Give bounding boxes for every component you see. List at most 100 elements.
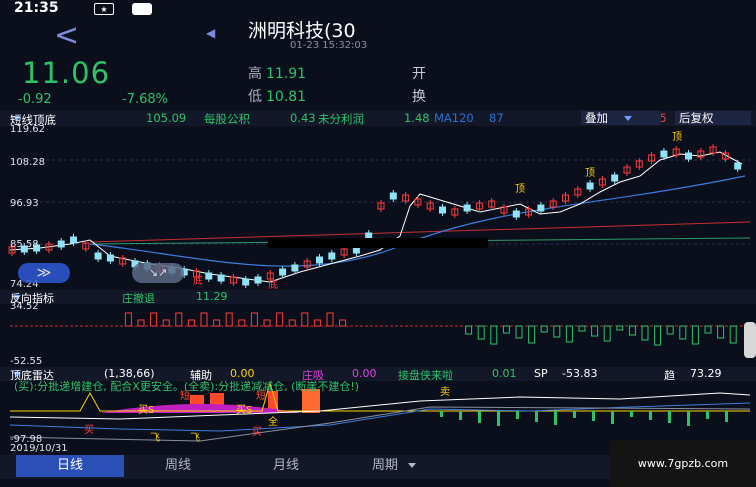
sub2-bar — [478, 411, 481, 423]
sub1-bar — [515, 325, 523, 339]
sub1-bar — [641, 325, 649, 341]
short-mark: 短 — [256, 389, 266, 402]
sub1-bar — [465, 325, 473, 335]
occlusion-bar — [268, 238, 488, 248]
drag-handle[interactable] — [744, 322, 756, 358]
sell-mark: 卖 — [440, 386, 450, 398]
axis-max: 119.62 — [10, 124, 45, 135]
zx-value: 0.00 — [352, 367, 377, 380]
status-bar: 21:35 ★ — [0, 0, 756, 18]
sub1-bar — [200, 312, 208, 327]
open-label: 开 — [412, 66, 426, 82]
adjust-button[interactable]: 后复权 — [675, 111, 751, 125]
sub1-bar — [263, 319, 271, 327]
axis-y3: 96.93 — [10, 198, 39, 209]
axis-y4: 85.58 — [10, 239, 39, 250]
low-label: 低 — [248, 89, 262, 105]
candle-body — [463, 204, 471, 212]
sub2-bar — [611, 411, 614, 424]
last-price: 11.06 — [22, 56, 111, 90]
sub2-bar — [725, 411, 728, 422]
candle-body — [586, 182, 594, 190]
sub2-bar — [668, 411, 671, 423]
sub2-params: (1,38,66) — [104, 367, 155, 380]
tab-daily[interactable]: 日线 — [16, 455, 124, 477]
watermark: www.7gpzb.com — [610, 440, 756, 487]
sp-value: -53.83 — [562, 367, 598, 380]
high-label: 高 — [248, 66, 262, 82]
notification-icon: ★ — [94, 3, 114, 15]
sub1-bar — [654, 325, 662, 346]
undist-value: 1.48 — [404, 111, 430, 125]
candle-body — [328, 252, 336, 260]
sub1-axis-max: 34.52 — [10, 301, 39, 312]
eps-value: 0.43 — [290, 111, 316, 125]
undist-label: 未分利润 — [318, 112, 364, 126]
sub1-bars — [124, 312, 737, 346]
low-price: 低 10.81 — [248, 86, 306, 106]
candle-body — [57, 240, 65, 248]
candle-body — [660, 150, 668, 158]
sub2-bar — [459, 411, 462, 420]
top-signal: 顶 — [672, 131, 682, 143]
candle-body — [291, 264, 299, 272]
candle-body — [205, 272, 213, 280]
sp-label: SP — [534, 367, 548, 380]
prev-stock-icon[interactable]: ◀ — [206, 26, 215, 40]
indicator-value: 105.09 — [146, 111, 187, 125]
short-mark: 短 — [180, 389, 190, 402]
candle-body — [685, 152, 692, 160]
sub1-bar — [540, 325, 548, 333]
sub1-bar — [578, 325, 586, 332]
high-price: 高 11.91 — [248, 63, 306, 83]
candle-body — [254, 276, 262, 284]
sub2-bar — [687, 411, 690, 426]
tab-monthly[interactable]: 月线 — [232, 455, 340, 477]
kline-chart[interactable]: 顶 顶 顶 底 底 — [0, 126, 756, 290]
sub1-bar — [729, 325, 737, 344]
ma120-value: 87 — [489, 111, 504, 125]
back-button[interactable]: < — [54, 18, 79, 53]
candle-body — [389, 192, 397, 200]
sub2-bars — [440, 411, 728, 426]
candle-group — [8, 144, 742, 288]
sub1-bar — [213, 319, 221, 327]
sub1-bar — [162, 319, 170, 327]
overlay-label: 叠加 — [585, 111, 608, 125]
main-indicator-select[interactable]: 短线顶底 — [10, 111, 56, 127]
sub1-bar — [339, 319, 347, 327]
candle-body — [242, 278, 250, 286]
sub1-bar — [502, 325, 510, 334]
sub1-bar — [150, 312, 158, 327]
candle-body — [316, 256, 323, 264]
sub1-bar — [477, 325, 485, 340]
buy-s-mark: 买S — [138, 404, 154, 416]
trend-value: 73.29 — [690, 367, 722, 380]
overlay-button[interactable]: 叠加 — [581, 111, 661, 125]
sub1-bar — [717, 325, 725, 339]
stock-name: 洲明科技(30 — [248, 20, 356, 42]
sub2-bar — [630, 411, 633, 417]
tab-weekly[interactable]: 周线 — [124, 455, 232, 477]
sub1-bar — [691, 325, 699, 345]
bottom-signal: 底 — [268, 278, 278, 290]
sub1-bar — [326, 312, 334, 327]
chevron-down-icon — [408, 463, 416, 468]
zoom-button[interactable]: ↘↗ — [132, 263, 184, 283]
chart-date: 2019/10/31 — [10, 443, 68, 454]
candle-body — [94, 252, 102, 260]
sub2-chart[interactable]: (买):分批递增建仓, 配合X更安全。(全卖):分批递减减仓, (断崖不建仓!)… — [0, 381, 756, 443]
candle-body — [611, 174, 619, 182]
candle-body — [217, 274, 225, 282]
expand-button[interactable]: ≫ — [18, 263, 70, 283]
candle-body — [279, 268, 287, 276]
sub2-bar — [440, 411, 443, 417]
tab-period[interactable]: 周期 — [340, 455, 448, 477]
candle-body — [537, 204, 545, 212]
sub1-bar — [616, 325, 624, 331]
candle-body — [512, 210, 520, 218]
signal-line-blue — [9, 402, 751, 432]
sub1-chart[interactable] — [0, 304, 756, 366]
sub1-indicator-bar: 反向指标 庄撤退 11.29 — [0, 290, 756, 305]
sub2-select[interactable]: 顶底雷达 — [10, 367, 54, 382]
